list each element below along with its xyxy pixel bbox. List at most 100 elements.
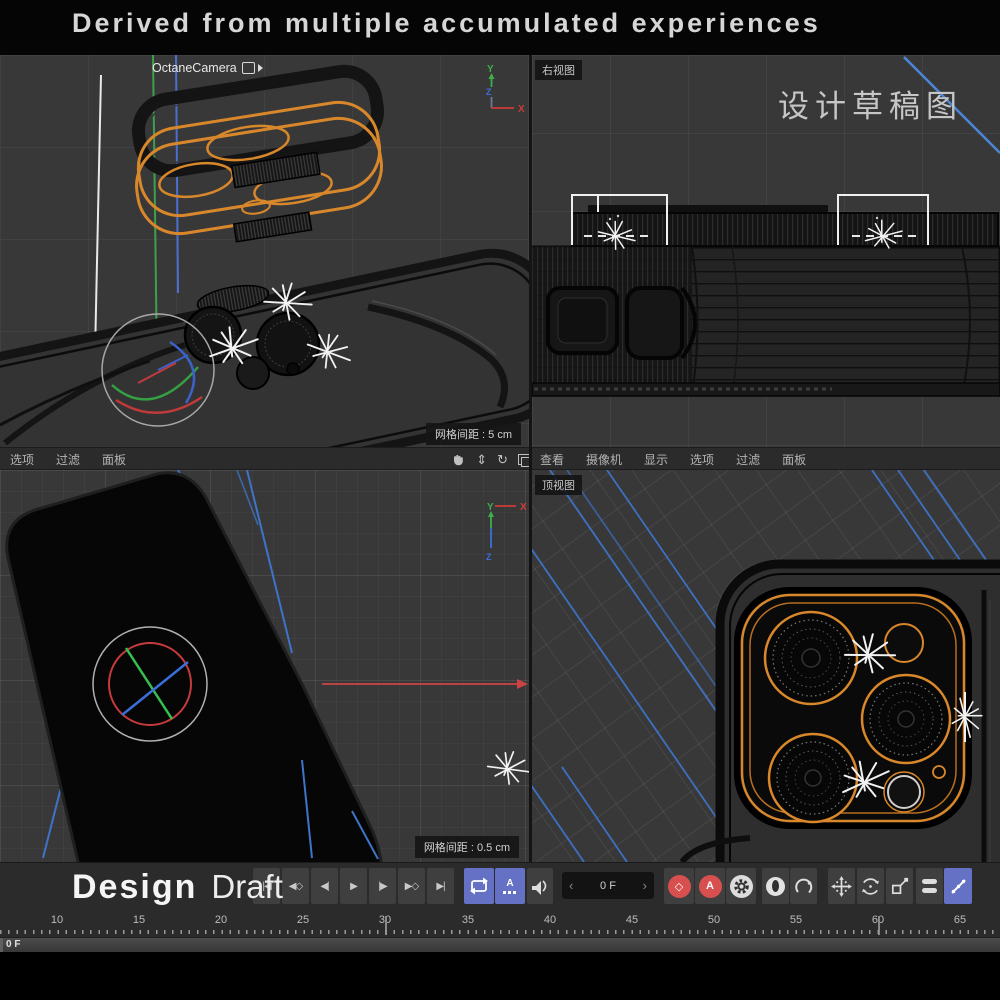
timeline-playbar[interactable]: 0 F [0, 937, 1000, 952]
svg-text:Y: Y [487, 502, 494, 513]
pan-hand-icon[interactable] [451, 452, 466, 467]
autokey-scope-button[interactable]: A [495, 868, 525, 904]
frame-increment[interactable]: › [643, 878, 647, 893]
menu-filter2[interactable]: 过滤 [736, 451, 760, 468]
ruler-tick: 65 [954, 914, 966, 926]
title-bar: Derived from multiple accumulated experi… [0, 0, 1000, 55]
pla-toggle-button[interactable] [944, 868, 972, 904]
viewport-right-view[interactable]: 右视图 设计草稿图 [532, 55, 1000, 447]
keyframe-selection-button[interactable] [726, 868, 756, 904]
pill-icon [922, 888, 937, 893]
record-position-toggle[interactable] [762, 868, 789, 904]
previous-frame-button[interactable]: ◀| [311, 868, 338, 904]
viewport-label[interactable]: 右视图 [535, 60, 582, 80]
ruler-tick: 15 [133, 914, 145, 926]
grid-spacing-badge: 网格间距 : 5 cm [426, 423, 521, 445]
move-tool-button[interactable] [828, 868, 855, 904]
ruler-tick: 50 [708, 914, 720, 926]
timeline-ruler[interactable]: 10 15 20 25 30 35 40 45 50 55 60 65 [0, 910, 1000, 937]
watermark-regular: Draft [211, 868, 283, 905]
ruler-tick: 25 [297, 914, 309, 926]
current-frame-label: 0 F [6, 939, 20, 950]
camera-label[interactable]: OctaneCamera [152, 61, 263, 75]
viewport-label[interactable]: 顶视图 [535, 475, 582, 495]
grid-spacing-badge: 网格间距 : 0.5 cm [415, 836, 519, 858]
watermark-bold: Design [72, 868, 197, 906]
record-keyframe-button[interactable]: ◇ [664, 868, 694, 904]
record-diamond-icon: ◇ [668, 875, 691, 898]
zoom-tool-icon[interactable]: ⇕ [476, 452, 487, 468]
play-button[interactable]: ▶ [340, 868, 367, 904]
ruler-tick: 55 [790, 914, 802, 926]
rotate-tool-button[interactable] [857, 868, 884, 904]
gear-icon [730, 875, 753, 898]
right-view-menu: 查看 摄像机 显示 选项 过滤 面板 [540, 448, 806, 471]
design-draft-watermark-en: Design Draft [72, 868, 283, 907]
current-frame-field[interactable]: ‹ 0 F › [562, 872, 654, 899]
menu-options[interactable]: 选项 [10, 451, 34, 468]
viewport-perspective[interactable]: OctaneCamera Y Z X 网格间距 : 5 cm [0, 55, 529, 447]
akey-letter: A [506, 878, 513, 889]
frame-decrement[interactable]: ‹ [569, 878, 573, 893]
svg-text:Y: Y [487, 64, 494, 75]
loop-icon [469, 876, 489, 896]
move-icon [831, 876, 852, 897]
record-rotation-toggle[interactable] [790, 868, 817, 904]
menu-options2[interactable]: 选项 [690, 451, 714, 468]
menu-panel2[interactable]: 面板 [782, 451, 806, 468]
exploded-phone-wireframe [0, 55, 529, 447]
camera-label-text: OctaneCamera [152, 61, 237, 75]
camera-module-top-view [532, 470, 1000, 862]
autokeying-button[interactable]: A [695, 868, 725, 904]
previous-key-button[interactable]: ◀◇ [282, 868, 309, 904]
page-title: Derived from multiple accumulated experi… [72, 8, 821, 39]
layer-toggle-button[interactable] [916, 868, 943, 904]
scale-icon [889, 876, 910, 897]
sound-button[interactable] [527, 868, 553, 904]
position-record-icon [766, 877, 785, 896]
app-window: Derived from multiple accumulated experi… [0, 0, 1000, 1000]
viewport-menu-strip: 选项 过滤 面板 查看 摄像机 显示 选项 过滤 面板 ⇕ ↻ [0, 447, 1000, 470]
ruler-tick: 20 [215, 914, 227, 926]
viewport-nav-tools: ⇕ ↻ [451, 448, 530, 471]
rotate-view-icon[interactable]: ↻ [497, 452, 508, 468]
svg-text:Z: Z [486, 87, 492, 97]
svg-text:X: X [518, 104, 525, 115]
ruler-tick: 40 [544, 914, 556, 926]
menu-view[interactable]: 查看 [540, 451, 564, 468]
axis-gizmo-front: Y Z X [478, 498, 529, 564]
camera-tag-icon [242, 62, 255, 74]
design-draft-watermark-cn: 设计草稿图 [778, 81, 963, 126]
svg-text:Z: Z [486, 552, 492, 562]
menu-display[interactable]: 显示 [644, 451, 668, 468]
menu-cameras[interactable]: 摄像机 [586, 451, 622, 468]
phone-silhouette [0, 470, 529, 862]
rotation-record-icon [793, 876, 814, 897]
akey-bars-icon [503, 891, 517, 894]
scale-tool-button[interactable] [886, 868, 913, 904]
autokey-a-icon: A [699, 875, 722, 898]
speaker-icon [530, 875, 550, 897]
footer-spacer [0, 952, 1000, 1000]
viewport-divider [529, 55, 532, 862]
go-to-end-button[interactable]: ▶| [427, 868, 454, 904]
viewport-top-view[interactable]: 顶视图 [532, 470, 1000, 862]
perspective-menu: 选项 过滤 面板 [10, 448, 126, 471]
ruler-tick: 10 [51, 914, 63, 926]
menu-filter[interactable]: 过滤 [56, 451, 80, 468]
pill-icon [922, 879, 937, 884]
loop-mode-button[interactable] [464, 868, 494, 904]
frame-value[interactable]: 0 F [600, 880, 616, 892]
axis-gizmo-perspective: Y Z X [480, 61, 529, 119]
ruler-tick: 35 [462, 914, 474, 926]
viewport-front-view[interactable]: Y Z X 网格间距 : 0.5 cm [0, 470, 529, 862]
next-frame-button[interactable]: |▶ [369, 868, 396, 904]
ruler-tick: 45 [626, 914, 638, 926]
next-key-button[interactable]: ▶◇ [398, 868, 425, 904]
playhead-marker[interactable] [0, 938, 3, 953]
menu-panel[interactable]: 面板 [102, 451, 126, 468]
svg-text:X: X [520, 502, 527, 513]
camera-tag-arrow-icon [258, 64, 263, 72]
pla-diagonal-icon [948, 876, 969, 897]
rotate-icon [860, 876, 881, 897]
